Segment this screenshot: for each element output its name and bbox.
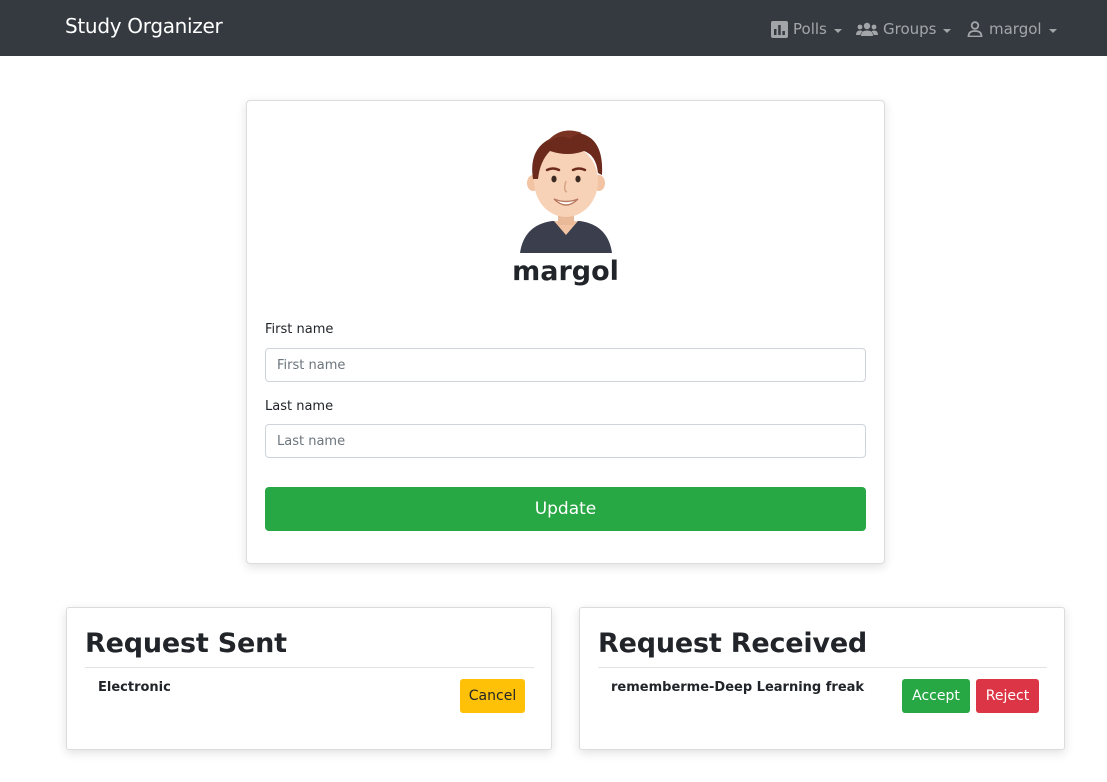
nav-polls-label: Polls	[793, 20, 827, 38]
users-icon	[856, 20, 878, 38]
nav-user-dropdown[interactable]: margol	[966, 17, 1057, 41]
nav-groups-label: Groups	[883, 20, 937, 38]
brand-title[interactable]: Study Organizer	[65, 14, 223, 38]
reject-button[interactable]: Reject	[976, 679, 1039, 713]
accept-button[interactable]: Accept	[902, 679, 970, 713]
request-received-item-name: rememberme-Deep Learning freak	[611, 680, 865, 695]
profile-username: margol	[512, 256, 619, 287]
navbar: Study Organizer Polls Groups margol	[0, 0, 1107, 56]
nav-polls-dropdown[interactable]: Polls	[770, 17, 842, 41]
request-sent-card: Request Sent Electronic Cancel	[66, 607, 552, 750]
first-name-input[interactable]	[265, 348, 866, 382]
profile-card: margol First name Last name Update	[246, 100, 885, 564]
nav-user-label: margol	[989, 20, 1042, 38]
divider	[598, 667, 1047, 668]
request-received-title: Request Received	[598, 628, 868, 659]
bar-chart-icon	[770, 20, 788, 38]
user-icon	[966, 20, 984, 38]
request-received-card: Request Received rememberme-Deep Learnin…	[579, 607, 1065, 750]
last-name-input[interactable]	[265, 424, 866, 458]
divider	[85, 667, 534, 668]
nav-groups-dropdown[interactable]: Groups	[856, 17, 952, 41]
last-name-label: Last name	[265, 399, 334, 414]
avatar-icon	[516, 121, 616, 253]
chevron-down-icon	[1048, 28, 1057, 33]
chevron-down-icon	[833, 28, 842, 33]
chevron-down-icon	[943, 28, 952, 33]
first-name-label: First name	[265, 322, 334, 337]
request-sent-item-name: Electronic	[98, 680, 171, 695]
cancel-button[interactable]: Cancel	[460, 679, 525, 713]
request-sent-title: Request Sent	[85, 628, 287, 659]
update-button[interactable]: Update	[265, 487, 866, 531]
